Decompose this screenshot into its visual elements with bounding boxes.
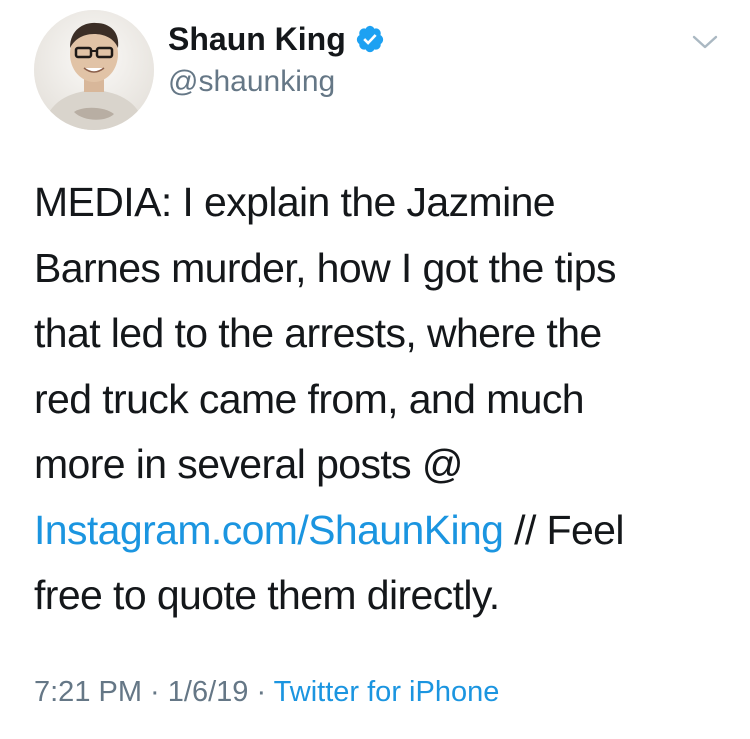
meta-separator: · <box>248 676 274 708</box>
author-name[interactable]: Shaun King <box>168 19 346 59</box>
author-name-row[interactable]: Shaun King <box>168 19 385 59</box>
tweet-line: red truck came from, and much <box>34 375 585 422</box>
tweet-line-with-link: Instagram.com/ShaunKing // Feel <box>34 498 734 564</box>
tweet-source-link[interactable]: Twitter for iPhone <box>274 676 500 708</box>
tweet-line: free to quote them directly. <box>34 572 500 618</box>
tweet-line: that led to the arrests, where the <box>34 310 602 356</box>
instagram-link[interactable]: Instagram.com/ShaunKing <box>34 507 504 553</box>
tweet-line: more in several posts @ <box>34 441 463 487</box>
avatar[interactable] <box>34 10 154 130</box>
tweet-card: Shaun King @shaunking MEDIA: I explain t… <box>0 0 750 739</box>
tweet-meta: 7:21 PM · 1/6/19 · Twitter for iPhone <box>34 672 499 712</box>
tweet-text-after-link: // Feel <box>503 506 624 553</box>
tweet-time[interactable]: 7:21 PM <box>34 676 142 708</box>
chevron-down-icon[interactable] <box>690 32 720 52</box>
verified-badge-icon <box>356 25 383 53</box>
tweet-text: MEDIA: I explain the Jazmine Barnes murd… <box>34 170 734 629</box>
tweet-line: MEDIA: I explain the Jazmine <box>34 179 556 225</box>
tweet-line: Barnes murder, how I got the tips <box>34 244 616 291</box>
meta-separator: · <box>142 676 168 708</box>
tweet-date[interactable]: 1/6/19 <box>168 676 249 708</box>
author-handle[interactable]: @shaunking <box>168 63 335 101</box>
profile-photo <box>34 10 154 130</box>
